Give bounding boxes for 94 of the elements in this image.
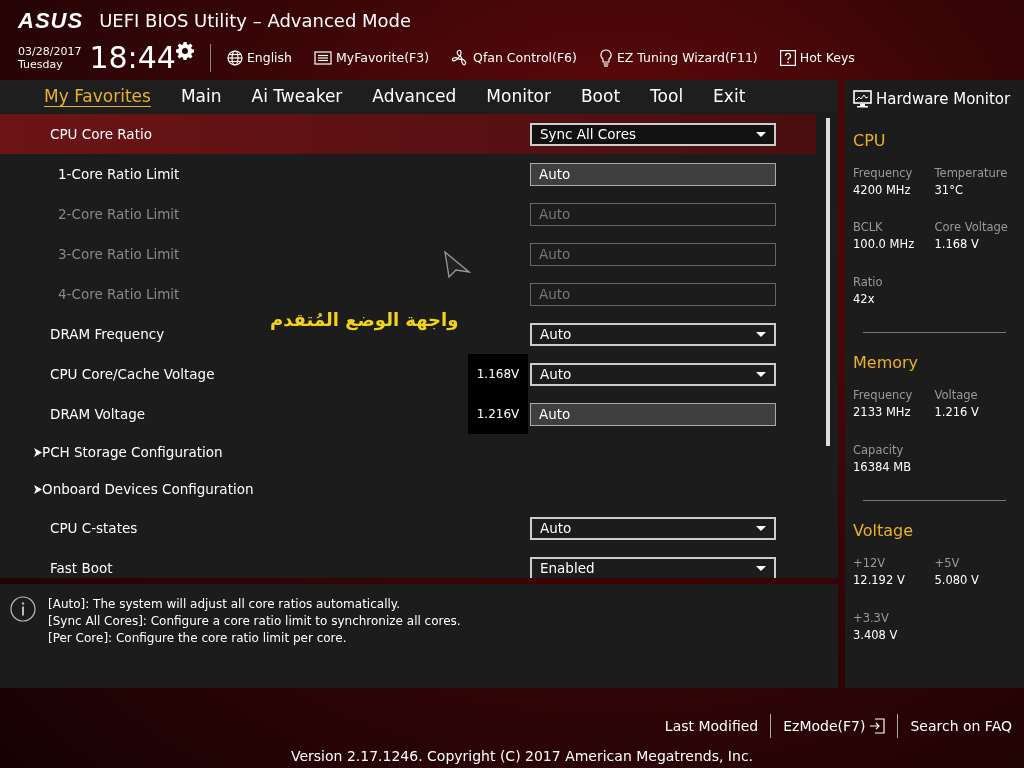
input-field: Auto <box>530 242 776 266</box>
scrollbar[interactable] <box>826 118 830 446</box>
menu-tab[interactable]: Main <box>165 81 237 111</box>
help-text: [Per Core]: Configure the core ratio limit per core. <box>48 630 348 647</box>
monitor-value: 2133 MHz <box>853 404 912 422</box>
selected-row-highlight[interactable]: CPU Core Ratio Sync All Cores <box>0 114 816 154</box>
monitor-value: 1.168 V <box>934 236 980 254</box>
annotation-caption: واجهة الوضع المُتقدم <box>270 308 459 333</box>
lightbulb-icon <box>598 49 613 67</box>
setting-label: CPU Core Ratio <box>50 124 152 144</box>
setting-label: Fast Boot <box>50 558 113 578</box>
chevron-icon <box>34 448 42 457</box>
menu-tab[interactable]: Advanced <box>357 81 472 111</box>
caret-icon <box>756 565 766 571</box>
help-icon <box>779 50 796 66</box>
section-title: Memory <box>853 352 920 374</box>
mouse-pointer-icon <box>443 250 471 278</box>
section-title: CPU <box>853 129 887 152</box>
submenu-link[interactable]: PCH Storage Configuration <box>42 442 223 463</box>
monitor-icon <box>853 90 872 109</box>
monitor-value: 16384 MB <box>853 458 913 476</box>
footer-link[interactable]: EzMode(F7) <box>771 715 898 737</box>
clock-time: 18:44 <box>89 42 176 74</box>
menu-tab[interactable]: Exit <box>698 81 761 111</box>
toolbar-button[interactable]: MyFavorite(F3) <box>314 48 430 68</box>
help-text: [Sync All Cores]: Configure a core ratio limit to synchronize all cores. <box>48 613 461 630</box>
monitor-value: 5.080 V <box>934 572 980 590</box>
setting-label: CPU Core/Cache Voltage <box>50 364 215 384</box>
menu-tab[interactable]: Boot <box>565 81 636 111</box>
setting-label: 4-Core Ratio Limit <box>58 284 180 304</box>
help-text: [Auto]: The system will adjust all core ratios automatically. <box>48 596 401 613</box>
monitor-label: Temperature <box>934 164 1009 182</box>
monitor-value: 1.216 V <box>934 404 980 422</box>
setting-label: 3-Core Ratio Limit <box>58 244 180 264</box>
submenu-link[interactable]: Onboard Devices Configuration <box>42 479 254 500</box>
toolbar-button[interactable]: Hot Keys <box>779 48 855 68</box>
menu-tab[interactable]: Tool <box>635 81 699 111</box>
dropdown[interactable]: Enabled <box>530 556 776 578</box>
input-field[interactable]: Auto <box>530 402 776 426</box>
toolbar-button[interactable]: EZ Tuning Wizard(F11) <box>598 48 758 68</box>
monitor-value: 4200 MHz <box>853 181 912 199</box>
voltage-reading: 1.216V <box>468 394 528 434</box>
monitor-label: BCLK <box>853 219 884 236</box>
exit-icon <box>869 718 886 734</box>
version-text: Version 2.17.1246. Copyright (C) 2017 American Megatrends, Inc. <box>289 747 755 766</box>
input-field: Auto <box>530 282 776 306</box>
monitor-label: +5V <box>934 555 961 572</box>
monitor-label: Frequency <box>853 164 914 182</box>
monitor-label: Core Voltage <box>934 219 1009 236</box>
setting-label: DRAM Frequency <box>50 324 165 344</box>
monitor-label: Capacity <box>853 441 905 459</box>
input-field[interactable]: Auto <box>530 162 776 186</box>
setting-label: 1-Core Ratio Limit <box>58 164 180 184</box>
list-icon <box>314 51 332 65</box>
dropdown[interactable]: Auto <box>530 362 776 386</box>
monitor-value: 42x <box>853 290 876 308</box>
setting-label: 2-Core Ratio Limit <box>58 204 180 224</box>
toolbar-button[interactable]: Qfan Control(F6) <box>451 48 577 68</box>
dropdown[interactable]: Auto <box>530 516 776 540</box>
logo: ASUS <box>18 8 84 34</box>
voltage-reading: 1.168V <box>468 354 528 394</box>
monitor-value: 100.0 MHz <box>853 236 916 254</box>
caret-icon <box>756 331 766 337</box>
info-icon <box>10 596 36 622</box>
chevron-icon <box>34 485 42 494</box>
monitor-label: Voltage <box>934 387 979 404</box>
setting-label: DRAM Voltage <box>50 404 146 424</box>
monitor-value: 3.408 V <box>853 626 899 644</box>
footer-link[interactable]: Last Modified <box>652 715 771 737</box>
toolbar-button[interactable]: English <box>226 48 292 68</box>
input-field: Auto <box>530 202 776 226</box>
monitor-label: Ratio <box>853 273 884 291</box>
caret-icon <box>756 131 766 137</box>
menu-tab[interactable]: My Favorites <box>44 81 166 111</box>
setting-label: CPU C-states <box>50 518 138 538</box>
monitor-label: Frequency <box>853 387 914 404</box>
monitor-value: 12.192 V <box>853 572 906 590</box>
window-title: UEFI BIOS Utility – Advanced Mode <box>99 9 412 33</box>
monitor-label: +12V <box>853 555 887 572</box>
caret-icon <box>756 371 766 377</box>
date-text: 03/28/2017 <box>18 45 82 58</box>
menu-tab[interactable]: Ai Tweaker <box>236 81 358 111</box>
dropdown[interactable]: Auto <box>530 322 776 346</box>
caret-icon <box>756 525 766 531</box>
day-text: Tuesday <box>18 58 64 71</box>
footer-link[interactable]: Search on FAQ <box>898 715 1024 737</box>
monitor-value: 31°C <box>934 181 964 199</box>
section-title: Voltage <box>853 520 914 542</box>
dropdown[interactable]: Sync All Cores <box>530 122 776 146</box>
menu-tab[interactable]: Monitor <box>471 81 566 111</box>
monitor-label: +3.3V <box>853 609 890 627</box>
settings-icon[interactable] <box>175 42 194 60</box>
globe-icon <box>226 50 243 66</box>
panel-title: Hardware Monitor <box>876 89 1011 110</box>
